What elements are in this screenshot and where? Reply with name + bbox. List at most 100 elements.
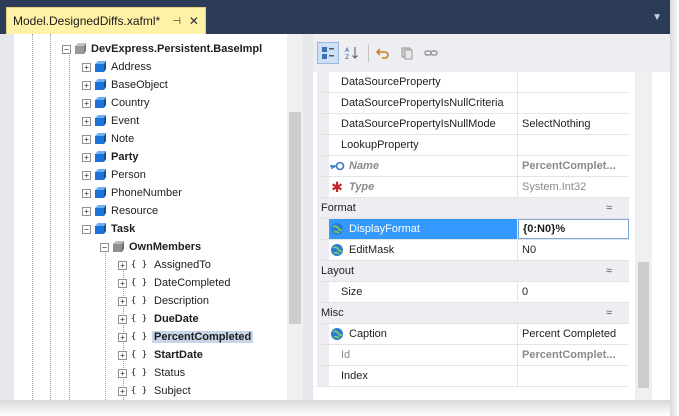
property-row-index[interactable]: Index [317, 366, 629, 387]
property-value[interactable] [518, 366, 629, 386]
tree-scrollbar-thumb[interactable] [289, 112, 301, 324]
tree-node-class[interactable]: + Event [82, 112, 141, 130]
property-value[interactable]: Percent Completed [518, 324, 629, 344]
expand-icon[interactable]: + [82, 188, 91, 198]
property-value[interactable] [518, 72, 629, 92]
tree-node-member[interactable]: +{ } Subject [118, 382, 193, 400]
property-value[interactable]: {0:N0}% [518, 219, 629, 239]
tree-node-member[interactable]: +{ } DueDate [118, 310, 201, 328]
collapse-icon[interactable]: − [100, 242, 109, 252]
categorized-button[interactable] [317, 42, 339, 64]
expand-icon[interactable]: + [82, 206, 91, 216]
property-row-edit-mask[interactable]: EditMask N0 [317, 240, 629, 261]
property-value[interactable] [518, 135, 629, 155]
property-row[interactable]: DataSourcePropertyIsNullMode SelectNothi… [317, 114, 629, 135]
alphabetical-button[interactable]: AZ [341, 42, 363, 64]
row-gutter [317, 324, 329, 344]
property-row-size[interactable]: Size 0 [317, 282, 629, 303]
tree-node-member[interactable]: +{ } AssignedTo [118, 256, 213, 274]
expand-icon[interactable]: + [118, 260, 127, 270]
property-row[interactable]: LookupProperty [317, 135, 629, 156]
property-value[interactable]: N0 [518, 240, 629, 260]
tree-node-class[interactable]: + Resource [82, 202, 160, 220]
model-tree: − DevExpress.Persistent.BaseImpl + Addres… [14, 34, 303, 400]
pin-icon[interactable]: ⊣ [172, 16, 181, 27]
tree-scrollbar[interactable] [287, 34, 303, 400]
expand-icon[interactable]: + [82, 152, 91, 162]
tree-node-member[interactable]: +{ } DateCompleted [118, 274, 232, 292]
expand-icon[interactable]: + [118, 368, 127, 378]
tab-dropdown-icon[interactable]: ▼ [652, 12, 662, 23]
undo-button[interactable] [372, 42, 394, 64]
category-layout[interactable]: Layout ≈ [317, 261, 629, 282]
tree-node-member[interactable]: +{ } PercentCompleted [118, 328, 254, 346]
alphabetical-icon: AZ [345, 47, 358, 60]
collapse-category-icon[interactable]: ≈ [589, 261, 629, 281]
property-grid-scrollbar-thumb[interactable] [638, 262, 649, 388]
class-cube-icon [95, 114, 106, 126]
expand-icon[interactable]: + [82, 98, 91, 108]
member-property-icon: { } [130, 260, 148, 270]
tree-node-class[interactable]: + Note [82, 130, 136, 148]
class-cube-icon [95, 60, 106, 72]
property-row-id[interactable]: Id PercentComplet... [317, 345, 629, 366]
row-gutter [317, 219, 329, 239]
tree-node-member[interactable]: +{ } Status [118, 364, 187, 382]
collapse-category-icon[interactable]: ≈ [589, 198, 629, 218]
property-row-display-format[interactable]: DisplayFormat {0:N0}% [317, 219, 629, 240]
property-value[interactable] [518, 93, 629, 113]
close-icon[interactable]: ✕ [189, 14, 199, 28]
tree-node-class[interactable]: + BaseObject [82, 76, 170, 94]
panel-splitter[interactable] [303, 34, 313, 400]
property-row-type[interactable]: ✱ Type System.Int32 [317, 177, 629, 198]
expand-icon[interactable]: + [82, 80, 91, 90]
tree-node-class[interactable]: + PhoneNumber [82, 184, 184, 202]
expand-icon[interactable]: + [118, 314, 127, 324]
tree-node-own-members[interactable]: − OwnMembers [100, 238, 203, 256]
expand-icon[interactable]: + [82, 116, 91, 126]
property-value[interactable]: SelectNothing [518, 114, 629, 134]
property-value: PercentComplet... [522, 349, 616, 361]
tree-node-class[interactable]: + Country [82, 94, 152, 112]
property-row-caption[interactable]: Caption Percent Completed [317, 324, 629, 345]
tree-node-member[interactable]: +{ } StartDate [118, 346, 205, 364]
property-grid-scrollbar[interactable] [635, 72, 652, 400]
tree-node-class[interactable]: + Party [82, 148, 141, 166]
property-name: DataSourcePropertyIsNullMode [329, 114, 518, 134]
property-row[interactable]: DataSourcePropertyIsNullCriteria [317, 93, 629, 114]
expand-icon[interactable]: + [118, 278, 127, 288]
tree-node-class[interactable]: + Person [82, 166, 148, 184]
collapse-icon[interactable]: − [62, 44, 71, 54]
globe-icon [329, 327, 345, 341]
row-gutter [317, 72, 329, 92]
document-tab[interactable]: Model.DesignedDiffs.xafml* ⊣ ✕ [6, 7, 206, 34]
tree-node-root[interactable]: − DevExpress.Persistent.BaseImpl [62, 40, 264, 58]
expand-icon[interactable]: + [118, 350, 127, 360]
tree-guide-line [105, 248, 106, 400]
property-value[interactable]: 0 [518, 282, 629, 302]
property-row[interactable]: DataSourceProperty [317, 72, 629, 93]
expand-icon[interactable]: + [118, 386, 127, 396]
tree-node-class[interactable]: + Address [82, 58, 153, 76]
tree-node-member[interactable]: +{ } Description [118, 292, 211, 310]
category-format[interactable]: Format ≈ [317, 198, 629, 219]
category-label: Layout [321, 265, 355, 277]
category-misc[interactable]: Misc ≈ [317, 303, 629, 324]
property-row-name[interactable]: Name PercentComplet... [317, 156, 629, 177]
collapse-category-icon[interactable]: ≈ [589, 303, 629, 323]
tree-node-label: AssignedTo [154, 259, 211, 271]
property-value: PercentComplet... [522, 160, 616, 172]
expand-icon[interactable]: + [82, 62, 91, 72]
row-gutter [317, 135, 329, 155]
expand-icon[interactable]: + [82, 170, 91, 180]
link-button[interactable] [420, 42, 442, 64]
expand-icon[interactable]: + [118, 296, 127, 306]
collapse-icon[interactable]: − [82, 224, 91, 234]
property-name-cell: DisplayFormat [329, 219, 518, 239]
copy-button[interactable] [396, 42, 418, 64]
expand-icon[interactable]: + [82, 134, 91, 144]
property-toolbar: AZ [313, 34, 670, 72]
tree-node-class[interactable]: − Task [82, 220, 137, 238]
tree-node-label: Person [111, 169, 146, 181]
expand-icon[interactable]: + [118, 332, 127, 342]
